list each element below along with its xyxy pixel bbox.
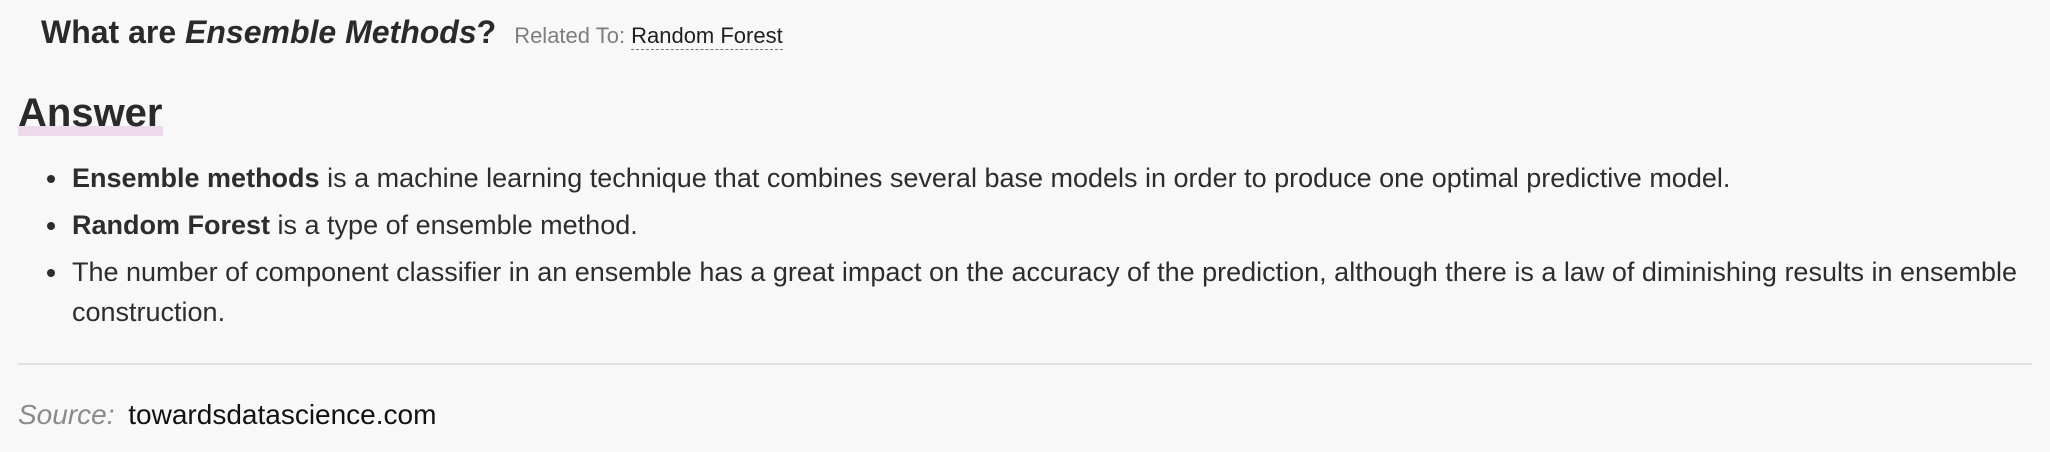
question-title: What are Ensemble Methods? <box>41 14 496 51</box>
source-row: Source: towardsdatascience.com <box>18 399 436 431</box>
question-suffix: ? <box>476 14 497 50</box>
bullet-text: is a machine learning technique that com… <box>319 163 1731 193</box>
bullet-bold-term: Ensemble methods <box>72 163 320 193</box>
related-topic-link[interactable]: Random Forest <box>631 23 783 50</box>
bullet-bold-term: Random Forest <box>72 210 271 240</box>
list-item: Random Forest is a type of ensemble meth… <box>44 205 2034 245</box>
list-item: The number of component classifier in an… <box>44 252 2034 332</box>
source-link[interactable]: towardsdatascience.com <box>128 399 436 430</box>
related-to: Related To: Random Forest <box>514 23 783 50</box>
question-prefix: What are <box>41 14 186 50</box>
question-term: Ensemble Methods <box>185 14 477 50</box>
divider <box>18 363 2032 365</box>
answer-list: Ensemble methods is a machine learning t… <box>44 158 2034 339</box>
related-label: Related To: <box>514 23 626 48</box>
list-item: Ensemble methods is a machine learning t… <box>44 158 2034 198</box>
bullet-text: is a type of ensemble method. <box>270 210 638 240</box>
question-header: What are Ensemble Methods? Related To: R… <box>41 14 783 51</box>
source-label: Source: <box>18 399 115 430</box>
bullet-text: The number of component classifier in an… <box>72 257 2018 327</box>
answer-heading: Answer <box>18 88 163 138</box>
